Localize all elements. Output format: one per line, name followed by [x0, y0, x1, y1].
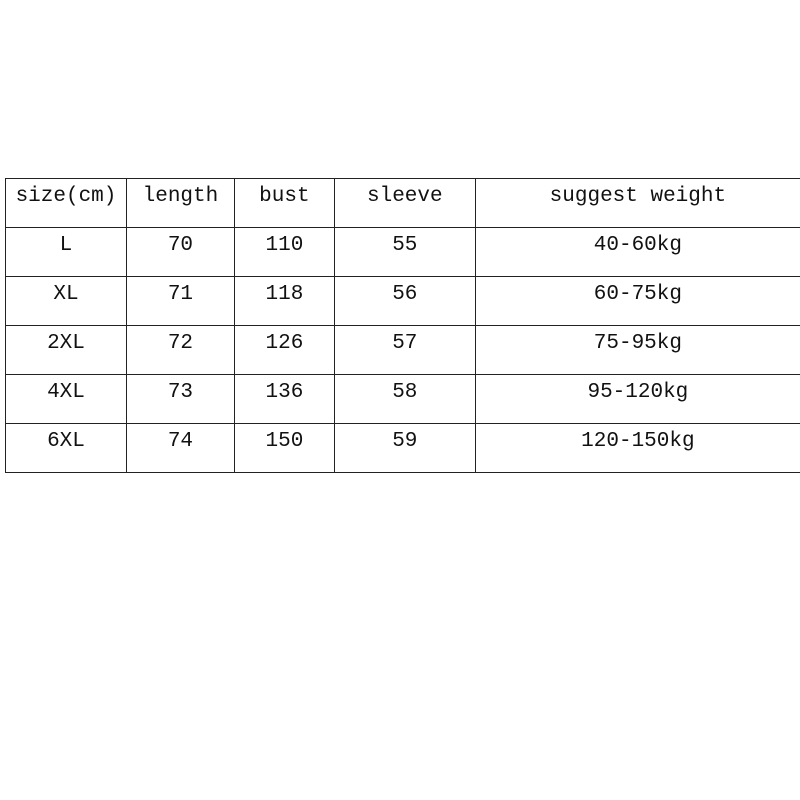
header-cell: sleeve — [333, 178, 476, 228]
table-cell: 70 — [125, 227, 235, 277]
table-cell: 40-60kg — [474, 227, 800, 277]
table-cell: 2XL — [5, 325, 127, 375]
header-cell: size(cm) — [5, 178, 127, 228]
table-cell: 6XL — [5, 423, 127, 473]
table-cell: 95-120kg — [474, 374, 800, 424]
table-cell: 57 — [333, 325, 476, 375]
table-cell: 136 — [233, 374, 335, 424]
table-cell: 59 — [333, 423, 476, 473]
table-row: 2XL 72 126 57 75-95kg — [5, 325, 800, 375]
table-cell: 126 — [233, 325, 335, 375]
table-cell: XL — [5, 276, 127, 326]
header-cell: length — [125, 178, 235, 228]
table-cell: 74 — [125, 423, 235, 473]
table-cell: 118 — [233, 276, 335, 326]
table-cell: 73 — [125, 374, 235, 424]
table-cell: 58 — [333, 374, 476, 424]
header-row: size(cm) length bust sleeve suggest weig… — [5, 178, 800, 228]
table-cell: 55 — [333, 227, 476, 277]
header-cell: bust — [233, 178, 335, 228]
table-row: 6XL 74 150 59 120-150kg — [5, 423, 800, 473]
table-cell: 60-75kg — [474, 276, 800, 326]
table-cell: 120-150kg — [474, 423, 800, 473]
table-cell: 4XL — [5, 374, 127, 424]
table-cell: 75-95kg — [474, 325, 800, 375]
table-row: L 70 110 55 40-60kg — [5, 227, 800, 277]
table-cell: 71 — [125, 276, 235, 326]
size-chart-table: size(cm) length bust sleeve suggest weig… — [5, 178, 800, 473]
table-cell: 72 — [125, 325, 235, 375]
table-cell: 110 — [233, 227, 335, 277]
table-cell: L — [5, 227, 127, 277]
header-cell: suggest weight — [474, 178, 800, 228]
table-row: XL 71 118 56 60-75kg — [5, 276, 800, 326]
table-cell: 150 — [233, 423, 335, 473]
table-cell: 56 — [333, 276, 476, 326]
table-row: 4XL 73 136 58 95-120kg — [5, 374, 800, 424]
